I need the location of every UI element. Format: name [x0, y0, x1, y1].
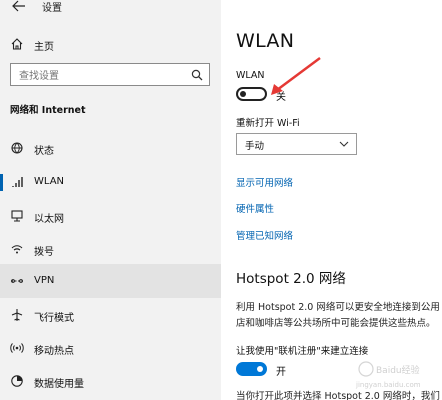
hardware-properties-link[interactable]: 硬件属性	[236, 201, 274, 215]
sidebar-item-wlan[interactable]: WLAN	[0, 165, 221, 199]
page-title: WLAN	[236, 30, 295, 52]
sidebar-item-data-usage[interactable]: 数据使用量	[0, 364, 221, 398]
wlan-toggle-state: 关	[276, 92, 286, 103]
nav-home-label: 主页	[34, 42, 54, 53]
manage-known-networks-link[interactable]: 管理已知网络	[236, 228, 293, 242]
reopen-wifi-value: 手动	[245, 141, 265, 152]
sidebar-item-label: WLAN	[34, 176, 65, 187]
sidebar-item-label: 飞行模式	[34, 313, 74, 324]
wifi-signal-icon	[12, 177, 23, 187]
sidebar-item-label: VPN	[34, 275, 55, 286]
toggle-knob	[240, 91, 246, 97]
sidebar-item-label: 移动热点	[34, 346, 74, 357]
globe-status-icon	[11, 142, 23, 154]
hotspot-footnote: 当你打开此项并选择 Hotspot 2.0 网络时，我们	[236, 391, 440, 400]
sidebar-item-airplane[interactable]: 飞行模式	[0, 298, 221, 332]
sidebar-item-ethernet[interactable]: 以太网	[0, 199, 221, 233]
wlan-toggle[interactable]	[236, 87, 267, 101]
hotspot-section-title: Hotspot 2.0 网络	[236, 271, 346, 287]
window-title: 设置	[42, 3, 62, 14]
hotspot-description-line: 店和咖啡店等公共场所中可能会提供这些热点。	[236, 318, 436, 329]
dialup-icon	[11, 245, 23, 254]
search-input[interactable]	[11, 66, 181, 87]
data-usage-icon	[11, 375, 23, 387]
show-available-networks-link[interactable]: 显示可用网络	[236, 175, 293, 189]
main-panel: WLAN WLAN 关 重新打开 Wi-Fi 手动 显示可用网络 硬件属性 管理…	[221, 0, 442, 400]
vpn-icon	[11, 279, 23, 283]
search-box[interactable]	[10, 63, 210, 87]
sidebar-item-label: 拨号	[34, 247, 54, 258]
airplane-icon	[11, 309, 23, 321]
sidebar-item-dialup[interactable]: 拨号	[0, 232, 221, 266]
hotspot-icon	[10, 343, 24, 353]
hotspot-description: 利用 Hotspot 2.0 网络可以更安全地连接到公用 W 店和咖啡店等公共场…	[236, 300, 442, 332]
sidebar-item-label: 以太网	[34, 214, 64, 225]
home-icon	[11, 38, 23, 50]
nav-home[interactable]: 主页	[0, 32, 221, 56]
sidebar-item-vpn[interactable]: VPN	[0, 264, 221, 298]
sidebar-item-status[interactable]: 状态	[0, 131, 221, 165]
wlan-toggle-label: WLAN	[236, 70, 265, 81]
online-signup-state: 开	[276, 367, 286, 378]
selection-accent	[0, 174, 3, 191]
section-label: 网络和 Internet	[10, 105, 86, 116]
search-icon[interactable]	[191, 69, 203, 81]
online-signup-label: 让我使用"联机注册"来建立连接	[236, 346, 369, 357]
ethernet-icon	[11, 210, 23, 222]
chevron-down-icon	[339, 141, 349, 147]
hotspot-description-line: 利用 Hotspot 2.0 网络可以更安全地连接到公用 W	[236, 302, 442, 313]
sidebar: 设置 主页 网络和 Internet 状态 WLAN	[0, 0, 221, 400]
sidebar-item-hotspot[interactable]: 移动热点	[0, 331, 221, 365]
back-arrow-icon[interactable]	[12, 0, 26, 12]
sidebar-item-label: 数据使用量	[34, 379, 84, 390]
reopen-wifi-label: 重新打开 Wi-Fi	[236, 118, 300, 129]
title-bar: 设置	[0, 0, 221, 14]
reopen-wifi-dropdown[interactable]: 手动	[236, 133, 357, 155]
toggle-knob	[257, 366, 263, 372]
sidebar-item-label: 状态	[34, 146, 54, 157]
online-signup-toggle[interactable]	[236, 362, 267, 376]
